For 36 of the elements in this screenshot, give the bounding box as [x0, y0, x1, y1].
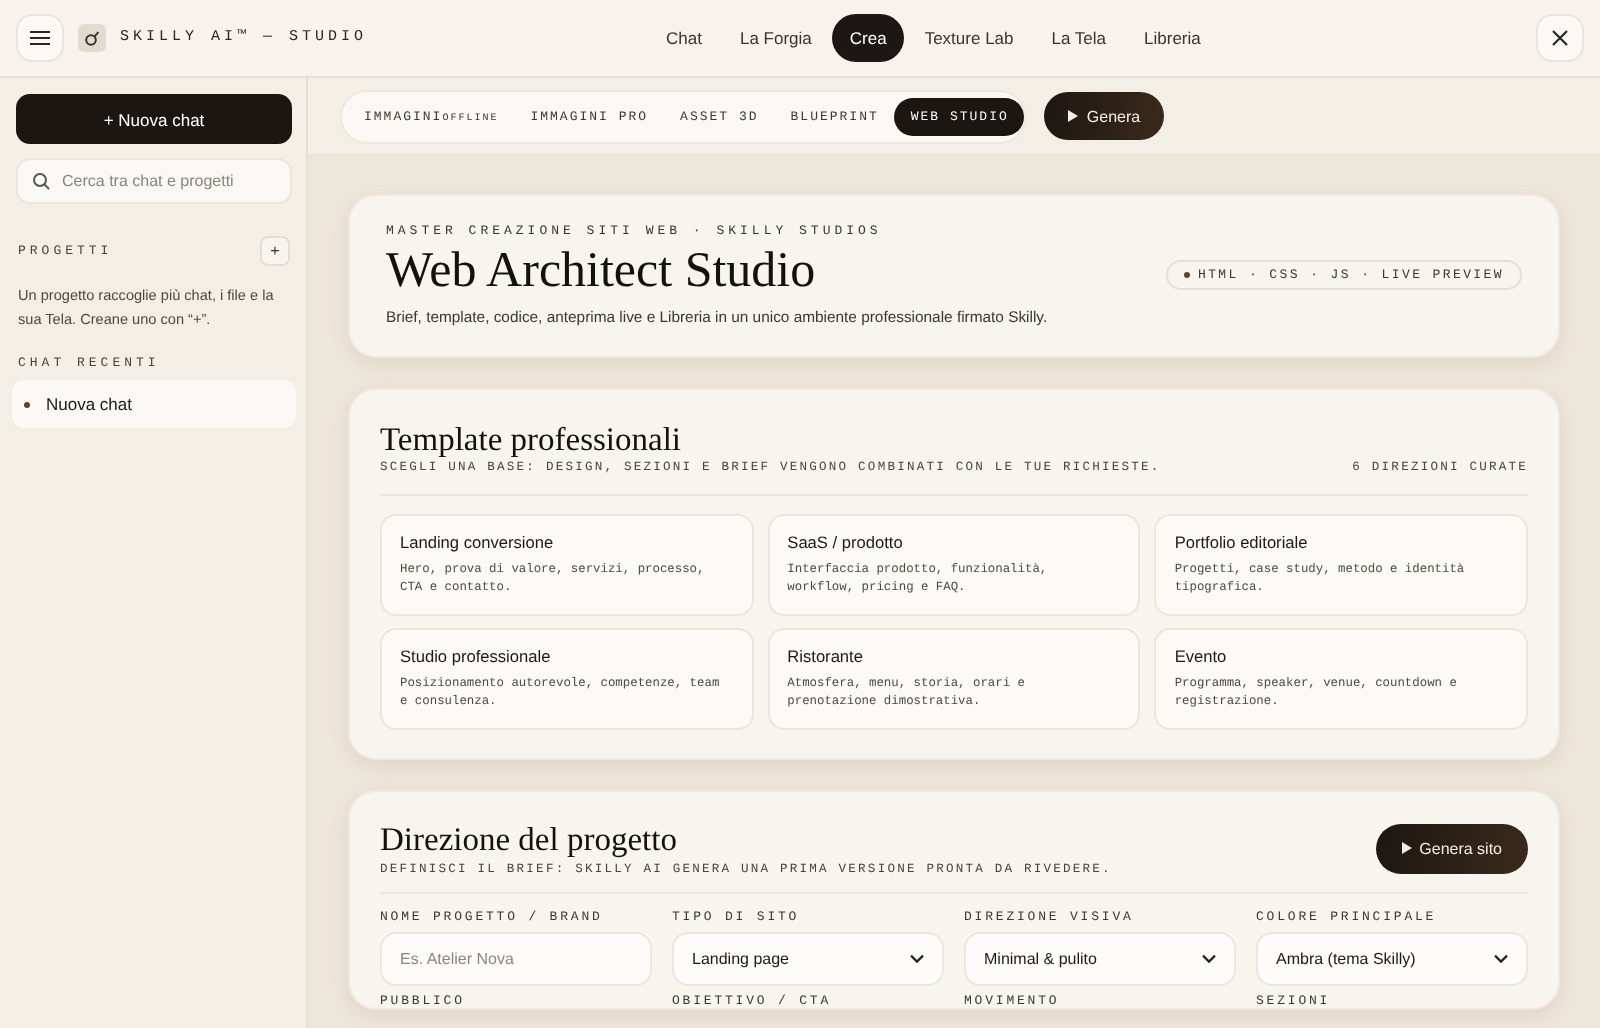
play-icon [1401, 842, 1412, 854]
nav-tab[interactable]: La Tela [1033, 14, 1125, 62]
page-title: Web Architect Studio [386, 244, 818, 300]
nav-tab[interactable]: Chat [648, 14, 720, 62]
template-title: Portfolio editoriale [1174, 532, 1310, 552]
generate-button[interactable]: Genera [1044, 92, 1165, 140]
template-title: Evento [1174, 646, 1229, 666]
search-field[interactable]: Cerca tra chat e progetti [16, 158, 292, 204]
section-title: Direzione del progetto [380, 820, 679, 860]
menu-icon [30, 30, 50, 46]
template-title: SaaS / prodotto [787, 532, 905, 552]
text-input[interactable]: Es. Atelier Nova [380, 932, 652, 986]
nav-tab[interactable]: Libreria [1126, 14, 1219, 62]
menu-button[interactable] [16, 14, 64, 62]
chevron-icon [1494, 954, 1508, 964]
chat-item[interactable]: Nuova chat [12, 380, 296, 428]
new-chat-button[interactable]: + Nuova chat [16, 94, 292, 144]
template-title: Studio professionale [400, 646, 553, 666]
section-title: Template professionali [380, 420, 684, 460]
template-title: Landing conversione [400, 532, 556, 552]
chevron-icon [910, 954, 924, 964]
add-project-button[interactable]: + [260, 236, 290, 266]
select-dropdown[interactable]: Minimal & pulito [964, 932, 1236, 986]
close-icon [1552, 30, 1568, 46]
generate-site-button[interactable]: Genera sito [1375, 823, 1528, 873]
select-dropdown[interactable]: Landing page [672, 932, 944, 986]
close-button[interactable] [1536, 14, 1584, 62]
nav-tab[interactable]: La Forgia [721, 14, 830, 62]
search-icon [32, 172, 50, 190]
chevron-icon [1202, 954, 1216, 964]
nav-tab[interactable]: Texture Lab [906, 14, 1032, 62]
nav-tab[interactable]: Crea [831, 14, 905, 62]
logo-icon [78, 24, 106, 52]
play-icon [1068, 110, 1079, 122]
template-title: Ristorante [787, 646, 865, 666]
select-dropdown[interactable]: Ambra (tema Skilly) [1256, 932, 1528, 986]
